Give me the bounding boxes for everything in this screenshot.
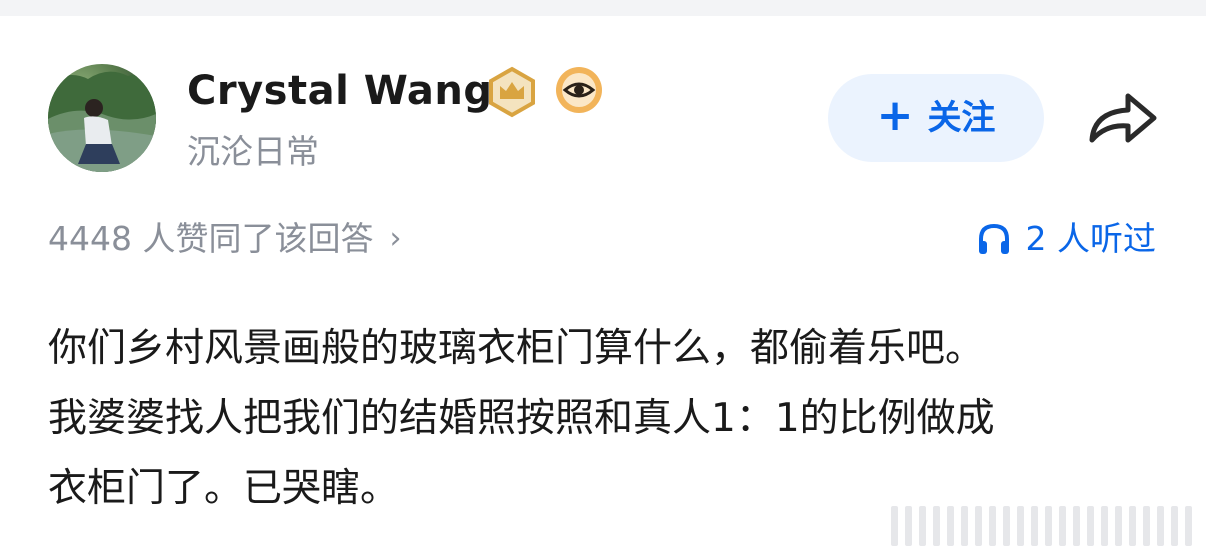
author-name[interactable]: Crystal Wang [187,66,493,116]
vote-count[interactable]: 4448 人赞同了该回答 › [48,216,401,262]
answer-line: 我婆婆找人把我们的结婚照按照和真人1：1的比例做成 [48,396,995,441]
chevron-right-icon: › [389,221,402,256]
headphones-icon [978,223,1009,254]
follow-button[interactable]: + 关注 [828,74,1044,162]
top-strip [0,0,1206,16]
vote-count-text: 4448 人赞同了该回答 [48,219,374,258]
share-arrow-icon[interactable] [1086,88,1160,150]
follow-label: 关注 [927,98,996,138]
listen-count[interactable]: 2 人听过 [976,216,1157,262]
listen-count-text: 2 人听过 [1025,219,1157,258]
eye-badge-icon [556,67,602,113]
author-subtitle: 沉沦日常 [187,132,319,171]
avatar[interactable] [48,64,156,172]
watermark-bars [891,506,1192,546]
answer-line: 你们乡村风景画般的玻璃衣柜门算什么，都偷着乐吧。 [48,326,985,371]
plus-icon: + [876,90,914,141]
answer-body: 你们乡村风景画般的玻璃衣柜门算什么，都偷着乐吧。 我婆婆找人把我们的结婚照按照和… [48,314,1168,524]
crown-badge-icon [489,66,535,118]
